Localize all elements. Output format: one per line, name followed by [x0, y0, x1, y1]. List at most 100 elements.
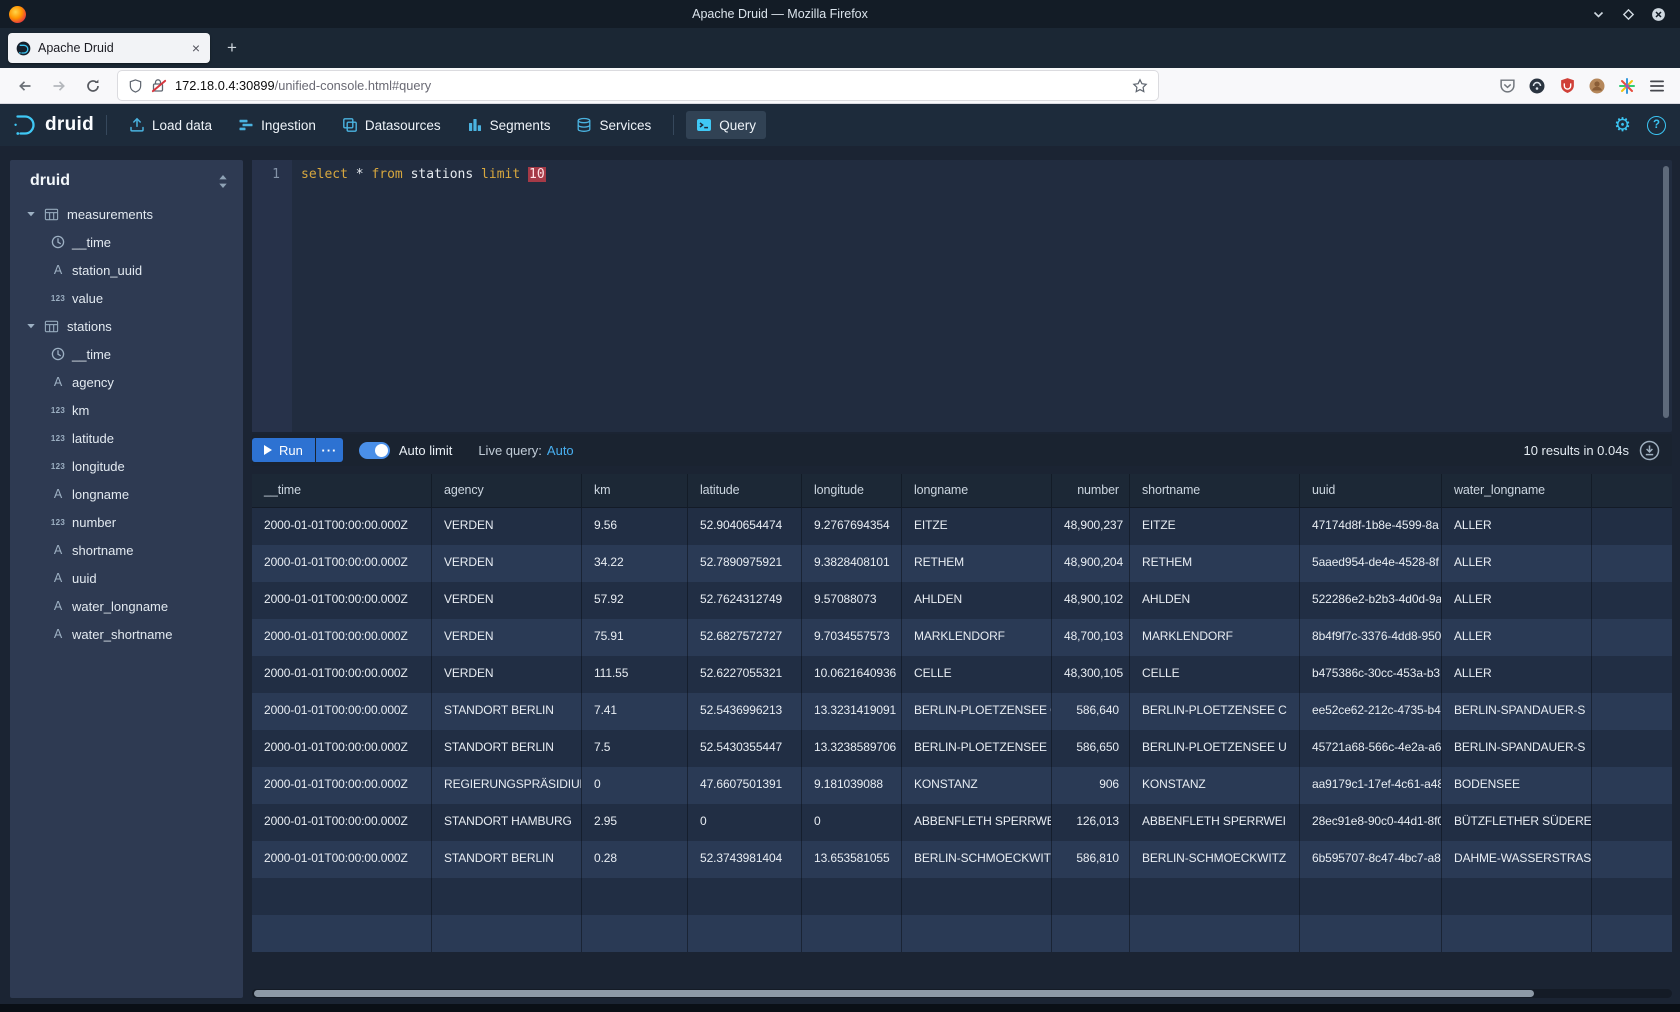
table-cell[interactable]: 52.9040654474: [688, 508, 802, 545]
results-horizontal-scrollbar[interactable]: [252, 989, 1672, 998]
table-cell[interactable]: 48,300,105: [1052, 656, 1130, 693]
download-results-button[interactable]: [1639, 440, 1660, 461]
nav-item-ingestion[interactable]: Ingestion: [228, 111, 326, 139]
column-header-longitude[interactable]: longitude: [802, 474, 902, 507]
column-header-agency[interactable]: agency: [432, 474, 582, 507]
nav-item-query[interactable]: Query: [686, 111, 766, 139]
druid-brand[interactable]: druid: [12, 112, 94, 138]
table-cell[interactable]: 586,650: [1052, 730, 1130, 767]
schema-column-__time[interactable]: __time: [10, 228, 243, 256]
table-cell[interactable]: 7.41: [582, 693, 688, 730]
table-cell[interactable]: VERDEN: [432, 508, 582, 545]
url-bar[interactable]: 172.18.0.4:30899/unified-console.html#qu…: [118, 71, 1158, 100]
table-cell[interactable]: 13.3238589706: [802, 730, 902, 767]
table-cell[interactable]: 2000-01-01T00:00:00.000Z: [252, 841, 432, 878]
table-cell[interactable]: ABBENFLETH SPERRWEI: [1130, 804, 1300, 841]
schema-column-longname[interactable]: Alongname: [10, 480, 243, 508]
table-cell[interactable]: 9.56: [582, 508, 688, 545]
table-cell[interactable]: 0: [802, 804, 902, 841]
table-cell[interactable]: VERDEN: [432, 619, 582, 656]
table-cell[interactable]: 906: [1052, 767, 1130, 804]
table-cell[interactable]: 2000-01-01T00:00:00.000Z: [252, 804, 432, 841]
table-cell[interactable]: 28ec91e8-90c0-44d1-8f0: [1300, 804, 1442, 841]
table-cell[interactable]: b475386c-30cc-453a-b3: [1300, 656, 1442, 693]
table-cell[interactable]: BÜTZFLETHER SÜDERE: [1442, 804, 1592, 841]
table-cell[interactable]: VERDEN: [432, 545, 582, 582]
table-cell[interactable]: 9.3828408101: [802, 545, 902, 582]
schema-column-latitude[interactable]: 123latitude: [10, 424, 243, 452]
table-cell[interactable]: ALLER: [1442, 582, 1592, 619]
browser-tab-apache-druid[interactable]: Apache Druid ×: [8, 33, 210, 63]
table-cell[interactable]: EITZE: [1130, 508, 1300, 545]
table-cell[interactable]: AHLDEN: [902, 582, 1052, 619]
run-more-button[interactable]: ···: [316, 438, 343, 462]
table-cell[interactable]: 586,810: [1052, 841, 1130, 878]
schema-column-shortname[interactable]: Ashortname: [10, 536, 243, 564]
table-cell[interactable]: 2000-01-01T00:00:00.000Z: [252, 767, 432, 804]
table-cell[interactable]: BERLIN-PLOETZENSEE C: [902, 693, 1052, 730]
ublock-origin-icon[interactable]: [1554, 73, 1580, 99]
table-cell[interactable]: ee52ce62-212c-4735-b4: [1300, 693, 1442, 730]
table-cell[interactable]: VERDEN: [432, 656, 582, 693]
schema-column-__time[interactable]: __time: [10, 340, 243, 368]
table-cell[interactable]: 52.6827572727: [688, 619, 802, 656]
table-cell[interactable]: 0: [582, 767, 688, 804]
table-cell[interactable]: 126,013: [1052, 804, 1130, 841]
table-cell[interactable]: 47174d8f-1b8e-4599-8a: [1300, 508, 1442, 545]
nav-item-load-data[interactable]: Load data: [119, 111, 222, 139]
table-cell[interactable]: 13.653581055: [802, 841, 902, 878]
table-cell[interactable]: BERLIN-PLOETZENSEE U: [902, 730, 1052, 767]
table-cell[interactable]: 2.95: [582, 804, 688, 841]
auto-limit-toggle[interactable]: [359, 442, 390, 459]
table-cell[interactable]: CELLE: [902, 656, 1052, 693]
live-query-auto-link[interactable]: Auto: [547, 443, 574, 458]
table-cell[interactable]: 48,900,237: [1052, 508, 1130, 545]
table-cell[interactable]: STANDORT BERLIN: [432, 693, 582, 730]
table-cell[interactable]: RETHEM: [1130, 545, 1300, 582]
schema-column-agency[interactable]: Aagency: [10, 368, 243, 396]
column-header-number[interactable]: number: [1052, 474, 1130, 507]
save-to-pocket-icon[interactable]: [1494, 73, 1520, 99]
table-cell[interactable]: 2000-01-01T00:00:00.000Z: [252, 693, 432, 730]
column-header-km[interactable]: km: [582, 474, 688, 507]
editor-vertical-scrollbar[interactable]: [1663, 166, 1669, 418]
nav-item-segments[interactable]: Segments: [457, 111, 561, 139]
run-button[interactable]: Run: [252, 438, 315, 462]
schema-table-measurements[interactable]: measurements: [10, 200, 243, 228]
close-window-button[interactable]: [1650, 6, 1666, 22]
table-cell[interactable]: 48,900,204: [1052, 545, 1130, 582]
table-cell[interactable]: 9.2767694354: [802, 508, 902, 545]
table-cell[interactable]: KONSTANZ: [1130, 767, 1300, 804]
table-cell[interactable]: KONSTANZ: [902, 767, 1052, 804]
table-cell[interactable]: EITZE: [902, 508, 1052, 545]
table-cell[interactable]: 0.28: [582, 841, 688, 878]
caret-down-icon[interactable]: [26, 321, 36, 331]
table-cell[interactable]: VERDEN: [432, 582, 582, 619]
column-header-__time[interactable]: __time: [252, 474, 432, 507]
table-cell[interactable]: BODENSEE: [1442, 767, 1592, 804]
table-cell[interactable]: 47.6607501391: [688, 767, 802, 804]
back-button[interactable]: [10, 72, 40, 100]
connection-not-secure-lock-icon[interactable]: [151, 78, 167, 94]
bookmark-star-icon[interactable]: [1132, 78, 1148, 94]
table-cell[interactable]: 2000-01-01T00:00:00.000Z: [252, 730, 432, 767]
table-cell[interactable]: 9.7034557573: [802, 619, 902, 656]
table-cell[interactable]: BERLIN-SPANDAUER-S: [1442, 730, 1592, 767]
table-cell[interactable]: 10.0621640936: [802, 656, 902, 693]
table-cell[interactable]: 52.7624312749: [688, 582, 802, 619]
table-cell[interactable]: RETHEM: [902, 545, 1052, 582]
table-cell[interactable]: 52.7890975921: [688, 545, 802, 582]
table-cell[interactable]: ALLER: [1442, 545, 1592, 582]
table-cell[interactable]: 75.91: [582, 619, 688, 656]
table-cell[interactable]: STANDORT HAMBURG: [432, 804, 582, 841]
table-cell[interactable]: 2000-01-01T00:00:00.000Z: [252, 582, 432, 619]
table-cell[interactable]: ALLER: [1442, 619, 1592, 656]
table-cell[interactable]: CELLE: [1130, 656, 1300, 693]
table-cell[interactable]: 111.55: [582, 656, 688, 693]
table-cell[interactable]: 522286e2-b2b3-4d0d-9a: [1300, 582, 1442, 619]
schema-column-water_shortname[interactable]: Awater_shortname: [10, 620, 243, 648]
schema-column-value[interactable]: 123value: [10, 284, 243, 312]
table-cell[interactable]: ALLER: [1442, 508, 1592, 545]
table-cell[interactable]: 48,700,103: [1052, 619, 1130, 656]
reload-button[interactable]: [78, 72, 108, 100]
